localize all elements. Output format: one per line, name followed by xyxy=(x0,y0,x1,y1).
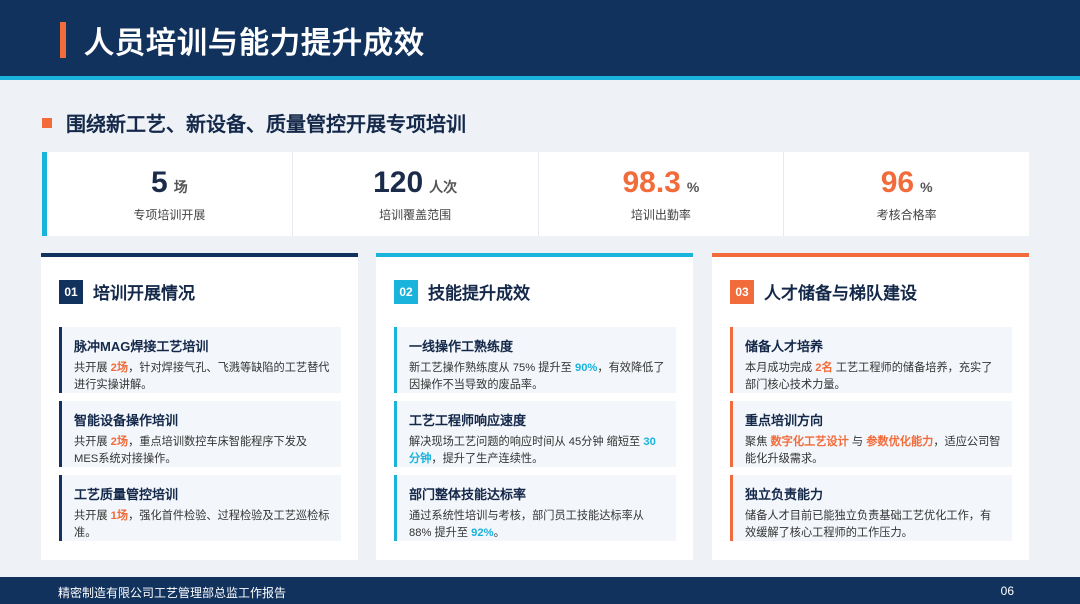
card-talent-reserve: 03 人才储备与梯队建设 储备人才培养 本月成功完成 2名 工艺工程师的储备培养… xyxy=(712,253,1029,560)
item-title: 脉冲MAG焊接工艺培训 xyxy=(74,339,209,354)
stat-unit: 场 xyxy=(173,178,188,195)
title-accent-bar xyxy=(60,22,66,58)
item-title: 储备人才培养 xyxy=(745,339,824,354)
list-item: 工艺质量管控培训 共开展 1场，强化首件检验、过程检验及工艺巡检标准。 xyxy=(59,475,341,541)
stat-label: 培训出勤率 xyxy=(630,207,691,222)
item-title: 工艺工程师响应速度 xyxy=(409,413,527,428)
item-description: 解决现场工艺问题的响应时间从 45分钟 缩短至 30分钟，提升了生产连续性。 xyxy=(409,436,656,465)
item-description: 本月成功完成 2名 工艺工程师的储备培养，充实了部门核心技术力量。 xyxy=(745,362,993,391)
item-title: 部门整体技能达标率 xyxy=(409,487,527,502)
stat-coverage: 120 人次 培训覆盖范围 xyxy=(293,152,539,236)
page-number: 06 xyxy=(1000,584,1014,598)
item-description: 储备人才目前已能独立负责基础工艺优化工作，有效缓解了核心工程师的工作压力。 xyxy=(745,510,992,539)
stat-value: 96 xyxy=(880,165,915,199)
item-description: 新工艺操作熟练度从 75% 提升至 90%，有效降低了因操作不当导致的废品率。 xyxy=(409,362,665,391)
stat-attendance: 98.3% 培训出勤率 xyxy=(539,152,785,236)
section-subtitle: 围绕新工艺、新设备、质量管控开展专项培训 xyxy=(42,108,466,137)
list-item: 一线操作工熟练度 新工艺操作熟练度从 75% 提升至 90%，有效降低了因操作不… xyxy=(394,327,676,393)
subtitle-text: 围绕新工艺、新设备、质量管控开展专项培训 xyxy=(66,114,466,136)
card-number-badge: 03 xyxy=(730,279,754,304)
page-title: 人员培训与能力提升成效 xyxy=(84,27,425,60)
card-title: 技能提升成效 xyxy=(428,284,530,303)
footer-text: 精密制造有限公司工艺管理部总监工作报告 xyxy=(58,586,287,600)
item-title: 一线操作工熟练度 xyxy=(409,339,514,354)
card-training-status: 01 培训开展情况 脉冲MAG焊接工艺培训 共开展 2场，针对焊接气孔、飞溅等缺… xyxy=(41,253,358,560)
stat-unit: % xyxy=(920,178,933,195)
item-description: 通过系统性培训与考核，部门员工技能达标率从 88% 提升至 92%。 xyxy=(409,510,644,539)
stat-unit: % xyxy=(686,178,700,195)
stats-panel: 5场 专项培训开展 120 人次 培训覆盖范围 98.3% 培训出勤率 96% 考… xyxy=(42,152,1029,236)
stat-pass-rate: 96% 考核合格率 xyxy=(784,152,1029,236)
card-skill-improvement: 02 技能提升成效 一线操作工熟练度 新工艺操作熟练度从 75% 提升至 90%… xyxy=(376,253,693,560)
card-title: 人才储备与梯队建设 xyxy=(764,284,917,303)
stat-training-sessions: 5场 专项培训开展 xyxy=(47,152,293,236)
item-title: 独立负责能力 xyxy=(745,487,824,502)
item-description: 聚焦 数字化工艺设计 与 参数优化能力，适应公司智能化升级需求。 xyxy=(745,436,1001,465)
stat-value: 120 xyxy=(373,165,424,199)
list-item: 部门整体技能达标率 通过系统性培训与考核，部门员工技能达标率从 88% 提升至 … xyxy=(394,475,676,541)
stat-label: 培训覆盖范围 xyxy=(379,207,452,222)
stat-value: 98.3 xyxy=(622,165,681,199)
list-item: 工艺工程师响应速度 解决现场工艺问题的响应时间从 45分钟 缩短至 30分钟，提… xyxy=(394,401,676,467)
item-description: 共开展 1场，强化首件检验、过程检验及工艺巡检标准。 xyxy=(74,510,330,539)
stat-label: 考核合格率 xyxy=(876,207,937,222)
square-bullet-icon xyxy=(42,117,52,128)
list-item: 重点培训方向 聚焦 数字化工艺设计 与 参数优化能力，适应公司智能化升级需求。 xyxy=(730,401,1012,467)
stat-label: 专项培训开展 xyxy=(133,207,206,222)
card-title: 培训开展情况 xyxy=(93,284,195,303)
list-item: 独立负责能力 储备人才目前已能独立负责基础工艺优化工作，有效缓解了核心工程师的工… xyxy=(730,475,1012,541)
list-item: 脉冲MAG焊接工艺培训 共开展 2场，针对焊接气孔、飞溅等缺陷的工艺替代进行实操… xyxy=(59,327,341,393)
stat-unit: 人次 xyxy=(429,178,458,195)
footer-bar: 精密制造有限公司工艺管理部总监工作报告 06 xyxy=(0,577,1080,604)
stat-value: 5 xyxy=(151,165,168,199)
header-bar: 人员培训与能力提升成效 xyxy=(0,0,1080,80)
item-title: 工艺质量管控培训 xyxy=(74,487,179,502)
item-title: 重点培训方向 xyxy=(745,413,824,428)
list-item: 智能设备操作培训 共开展 2场，重点培训数控车床智能程序下发及MES系统对接操作… xyxy=(59,401,341,467)
card-number-badge: 02 xyxy=(394,279,418,304)
card-number-badge: 01 xyxy=(59,279,83,304)
item-description: 共开展 2场，重点培训数控车床智能程序下发及MES系统对接操作。 xyxy=(74,436,308,465)
item-description: 共开展 2场，针对焊接气孔、飞溅等缺陷的工艺替代进行实操讲解。 xyxy=(74,362,330,391)
item-title: 智能设备操作培训 xyxy=(74,413,179,428)
list-item: 储备人才培养 本月成功完成 2名 工艺工程师的储备培养，充实了部门核心技术力量。 xyxy=(730,327,1012,393)
